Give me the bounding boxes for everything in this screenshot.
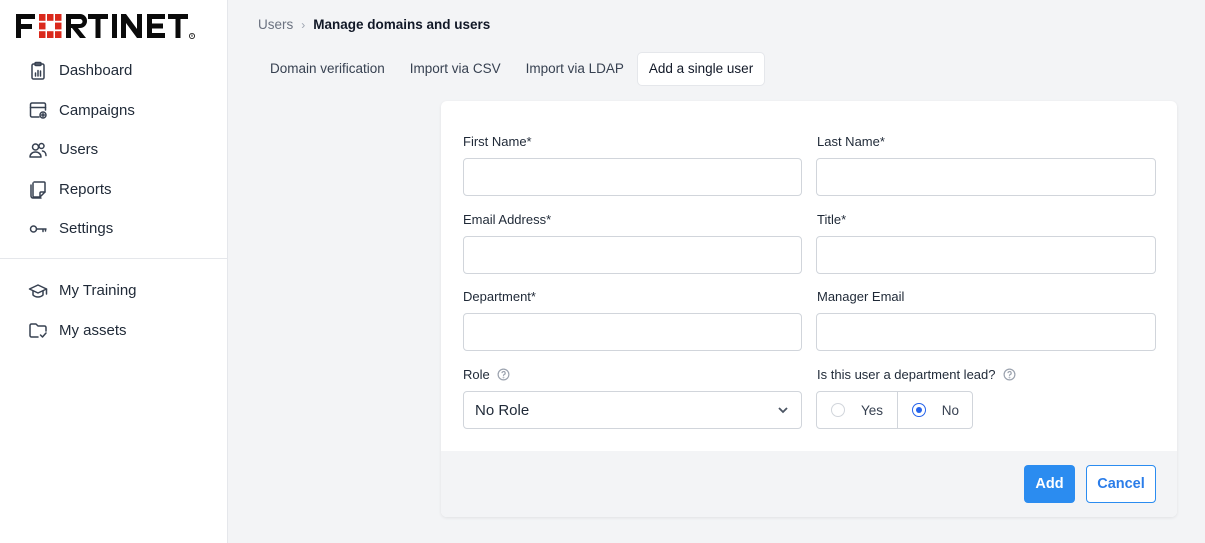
manager-email-input[interactable] xyxy=(816,313,1156,351)
tab-add-single-user[interactable]: Add a single user xyxy=(636,52,766,86)
radio-no[interactable] xyxy=(912,403,926,417)
breadcrumb-current: Manage domains and users xyxy=(313,17,491,32)
secondary-nav: My Training My assets xyxy=(0,271,227,350)
role-label: Role xyxy=(463,367,490,382)
breadcrumb-parent-link[interactable]: Users xyxy=(258,17,293,32)
sidebar-item-dashboard[interactable]: Dashboard xyxy=(0,51,227,91)
sidebar-item-settings[interactable]: Settings xyxy=(0,209,227,249)
sidebar-item-label: My assets xyxy=(59,321,127,339)
sidebar-item-label: Users xyxy=(59,141,99,159)
manager-email-label: Manager Email xyxy=(817,289,905,304)
add-user-form: First Name* Last Name* Email Address* Ti… xyxy=(441,101,1177,517)
help-icon[interactable] xyxy=(1003,368,1016,381)
breadcrumb-separator: › xyxy=(301,17,306,32)
role-select[interactable]: No Role xyxy=(463,391,802,429)
document-icon xyxy=(28,179,48,199)
clipboard-chart-icon xyxy=(28,61,48,81)
dept-lead-yes-option[interactable]: Yes xyxy=(817,392,897,428)
radio-yes-label: Yes xyxy=(861,402,884,418)
browser-plus-icon xyxy=(28,100,48,120)
department-label: Department* xyxy=(463,289,536,304)
users-icon xyxy=(28,140,48,160)
title-input[interactable] xyxy=(816,236,1156,274)
main-nav: Dashboard Campaigns Users Reports Settin… xyxy=(0,51,227,249)
role-label-group: Role xyxy=(463,367,510,382)
sidebar-item-label: My Training xyxy=(59,282,137,300)
radio-yes[interactable] xyxy=(831,403,845,417)
dept-lead-no-option[interactable]: No xyxy=(897,392,972,428)
dept-lead-radio-group: Yes No xyxy=(816,391,973,429)
sidebar-item-label: Reports xyxy=(59,180,112,198)
breadcrumb: Users › Manage domains and users xyxy=(258,17,490,32)
sidebar-item-my-assets[interactable]: My assets xyxy=(0,311,227,351)
tab-import-ldap[interactable]: Import via LDAP xyxy=(514,52,636,86)
dept-lead-label-group: Is this user a department lead? xyxy=(817,367,1016,382)
last-name-label: Last Name* xyxy=(817,134,885,149)
sidebar-divider xyxy=(0,258,227,259)
form-footer: Add Cancel xyxy=(441,451,1177,517)
email-input[interactable] xyxy=(463,236,802,274)
dept-lead-label: Is this user a department lead? xyxy=(817,367,996,382)
sidebar-item-label: Campaigns xyxy=(59,101,135,119)
last-name-input[interactable] xyxy=(816,158,1156,196)
tab-import-csv[interactable]: Import via CSV xyxy=(398,52,513,86)
svg-text:R: R xyxy=(191,34,194,38)
radio-no-label: No xyxy=(941,402,960,418)
role-selected-value: No Role xyxy=(475,401,530,419)
sidebar-item-label: Dashboard xyxy=(59,62,133,80)
sidebar-item-reports[interactable]: Reports xyxy=(0,170,227,210)
first-name-input[interactable] xyxy=(463,158,802,196)
sidebar-item-campaigns[interactable]: Campaigns xyxy=(0,91,227,131)
sidebar-item-label: Settings xyxy=(59,220,114,238)
key-icon xyxy=(28,219,48,239)
first-name-label: First Name* xyxy=(463,134,532,149)
sidebar-item-my-training[interactable]: My Training xyxy=(0,271,227,311)
cancel-button[interactable]: Cancel xyxy=(1086,465,1156,503)
help-icon[interactable] xyxy=(497,368,510,381)
sidebar-item-users[interactable]: Users xyxy=(0,130,227,170)
fortinet-logo[interactable]: R xyxy=(16,14,212,40)
title-label: Title* xyxy=(817,212,847,227)
tab-bar: Domain verification Import via CSV Impor… xyxy=(258,52,766,86)
tab-domain-verification[interactable]: Domain verification xyxy=(258,52,397,86)
graduation-cap-icon xyxy=(28,281,48,301)
department-input[interactable] xyxy=(463,313,802,351)
folder-check-icon xyxy=(28,320,48,340)
email-label: Email Address* xyxy=(463,212,552,227)
chevron-down-icon xyxy=(778,407,788,414)
sidebar: R Dashboard Campaigns Users Reports Sett… xyxy=(0,0,228,543)
add-button[interactable]: Add xyxy=(1024,465,1075,503)
